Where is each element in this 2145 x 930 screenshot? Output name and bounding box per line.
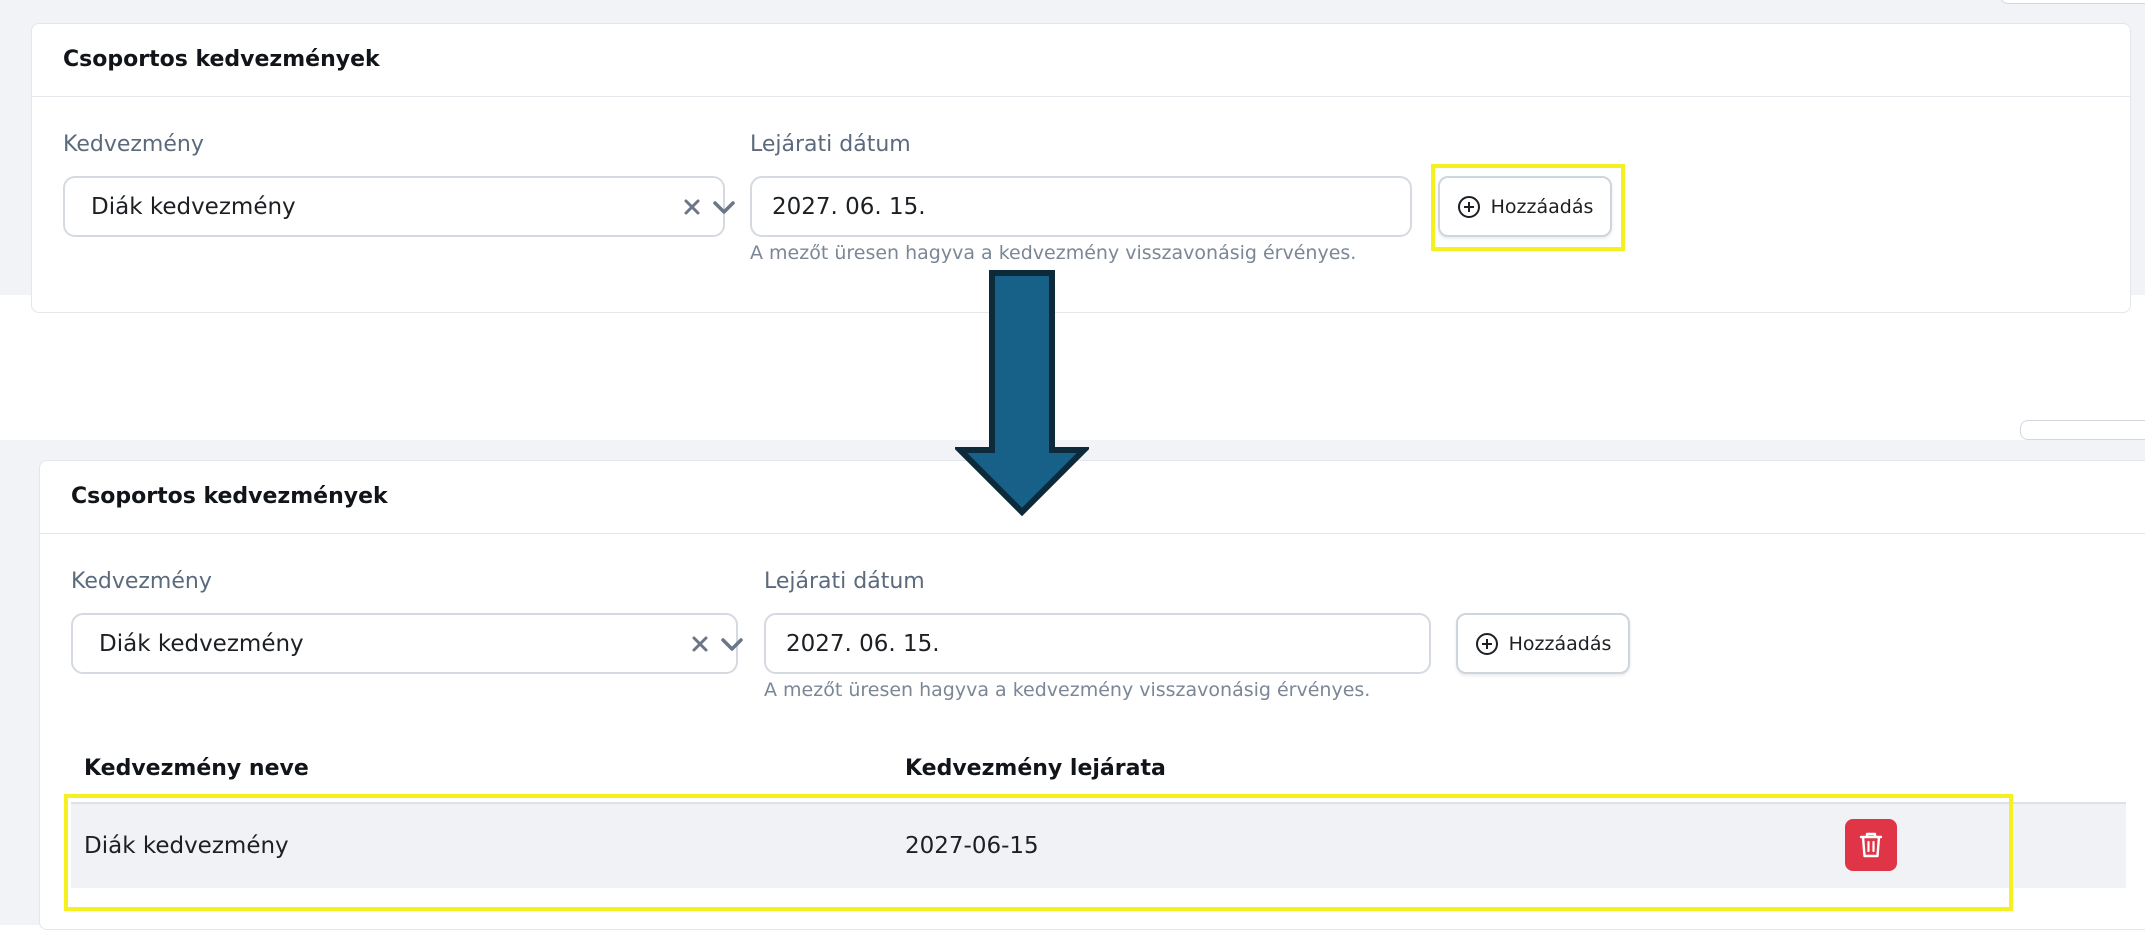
bottom-edge-button[interactable] [2020, 420, 2145, 440]
add-button-label: Hozzáadás [1508, 632, 1612, 655]
expiry-label: Lejárati dátum [764, 569, 925, 594]
add-button-label: Hozzáadás [1490, 195, 1594, 218]
plus-circle-icon [1475, 632, 1498, 655]
discount-select[interactable]: Diák kedvezmény [63, 176, 735, 237]
table-cell-name: Diák kedvezmény [84, 833, 289, 859]
add-button[interactable]: Hozzáadás [1438, 176, 1612, 237]
close-icon[interactable] [691, 635, 709, 653]
discount-label: Kedvezmény [63, 132, 204, 157]
expiry-hint: A mezőt üresen hagyva a kedvezmény vissz… [764, 679, 1371, 701]
table-cell-expiry: 2027-06-15 [905, 833, 1039, 859]
expiry-date-value: 2027. 06. 15. [772, 193, 926, 220]
expiry-date-input[interactable]: 2027. 06. 15. [750, 176, 1412, 237]
before-card-header: Csoportos kedvezmények [32, 24, 2130, 97]
discount-select-value: Diák kedvezmény [91, 193, 296, 220]
top-edge-button[interactable] [2000, 0, 2145, 4]
close-icon[interactable] [683, 198, 701, 216]
discount-label: Kedvezmény [71, 569, 212, 594]
after-card: Csoportos kedvezmények Kedvezmény Diák k… [39, 460, 2145, 930]
table-header-name: Kedvezmény neve [84, 756, 309, 781]
discount-select-value: Diák kedvezmény [99, 630, 304, 657]
discount-select[interactable]: Diák kedvezmény [71, 613, 743, 674]
expiry-date-value: 2027. 06. 15. [786, 630, 940, 657]
trash-icon [1859, 832, 1883, 858]
expiry-label: Lejárati dátum [750, 132, 911, 157]
plus-circle-icon [1457, 195, 1480, 218]
table-header-expiry: Kedvezmény lejárata [905, 756, 1166, 781]
card-title: Csoportos kedvezmények [71, 484, 388, 509]
chevron-down-icon[interactable] [721, 638, 743, 652]
table-row [71, 804, 2126, 888]
delete-button[interactable] [1845, 819, 1897, 871]
arrow-down-icon [955, 270, 1089, 516]
add-button[interactable]: Hozzáadás [1456, 613, 1630, 674]
chevron-down-icon[interactable] [713, 201, 735, 215]
after-card-header: Csoportos kedvezmények [40, 461, 2145, 534]
expiry-date-input[interactable]: 2027. 06. 15. [764, 613, 1431, 674]
card-title: Csoportos kedvezmények [63, 47, 380, 72]
expiry-hint: A mezőt üresen hagyva a kedvezmény vissz… [750, 242, 1357, 264]
